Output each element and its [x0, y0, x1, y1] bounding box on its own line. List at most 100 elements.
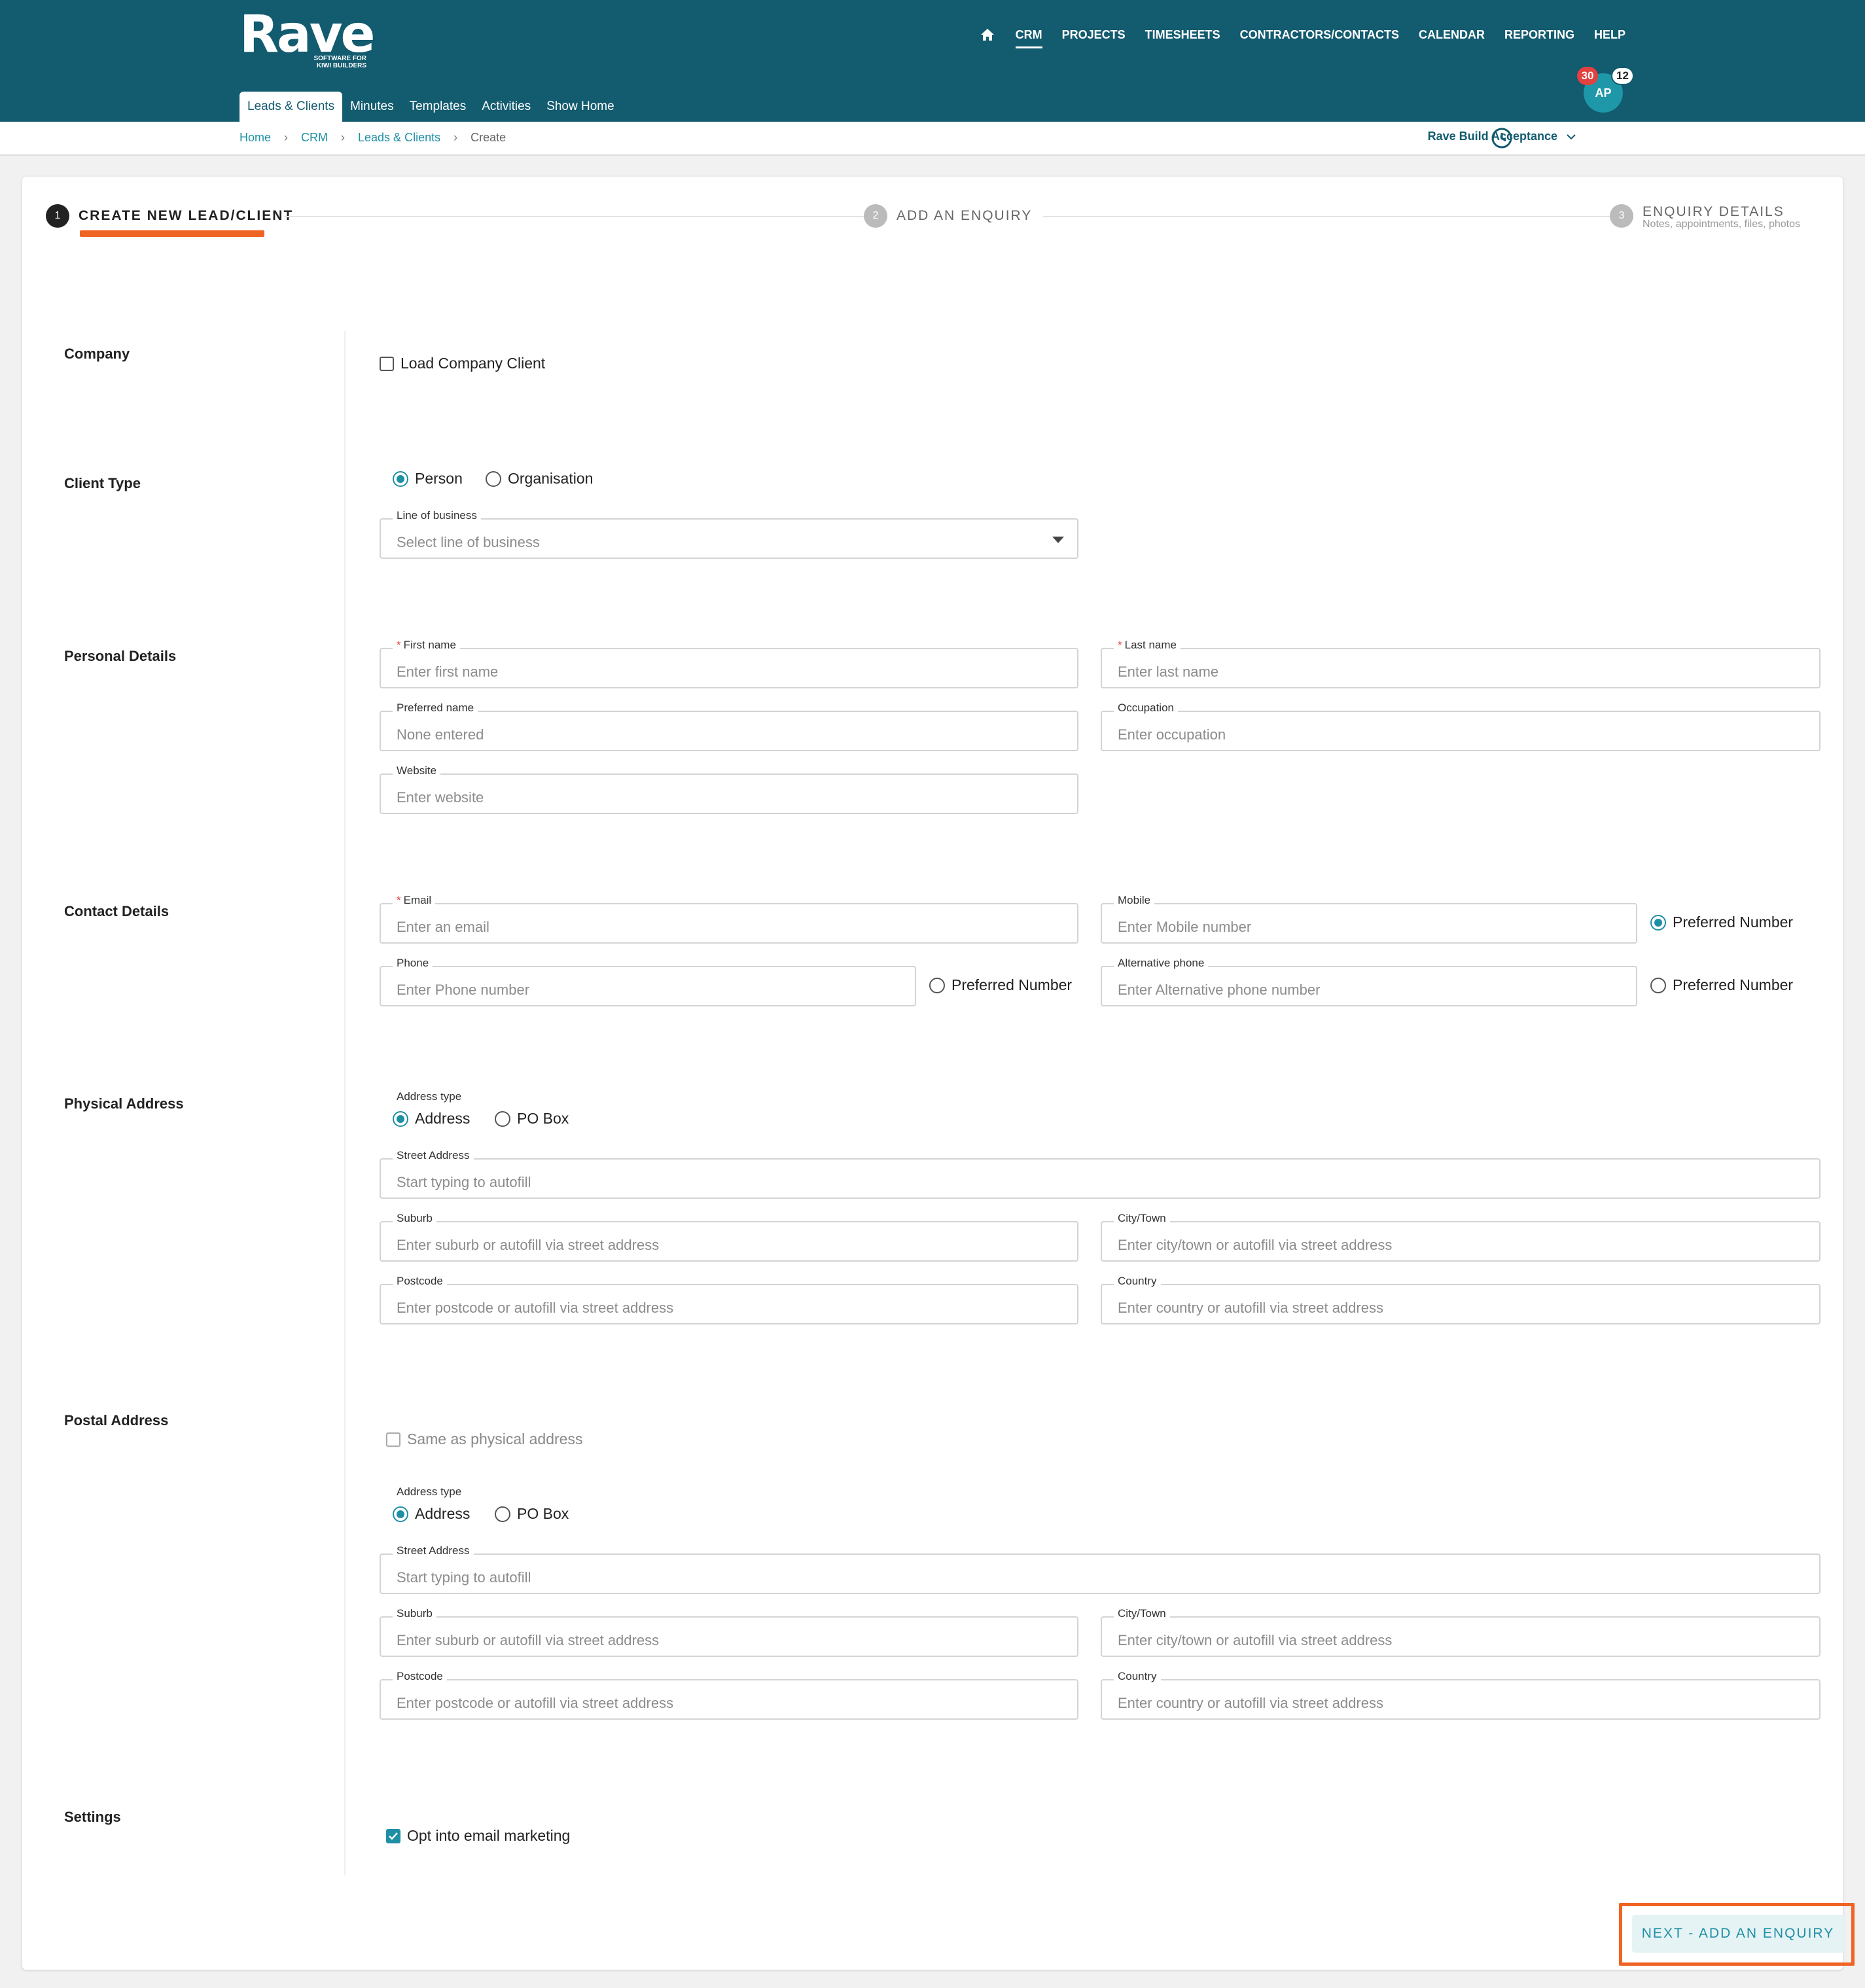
breadcrumb-bar: Home › CRM › Leads & Clients › Create Ra…	[0, 122, 1865, 156]
postal-address-radio[interactable]	[393, 1506, 408, 1522]
alternative-phone-input[interactable]	[1102, 967, 1636, 1005]
website-field[interactable]: Website	[380, 764, 1078, 814]
step-sublabel: Notes, appointments, files, photos	[1643, 219, 1801, 230]
phone-preferred-radio[interactable]	[929, 977, 945, 993]
load-company-checkbox[interactable]	[380, 356, 394, 371]
organisation-radio[interactable]	[486, 470, 501, 487]
create-client-card: 1 CREATE NEW LEAD/CLIENT 2 ADD AN ENQUIR…	[22, 177, 1855, 1970]
nav-item-projects[interactable]: PROJECTS	[1062, 25, 1126, 44]
breadcrumb: Home › CRM › Leads & Clients › Create	[240, 131, 506, 145]
postal-type-address[interactable]: Address	[393, 1505, 470, 1523]
nav-item-calendar[interactable]: CALENDAR	[1419, 25, 1485, 44]
home-icon[interactable]	[980, 27, 996, 43]
occupation-input[interactable]	[1102, 712, 1819, 750]
physical-suburb-input[interactable]	[381, 1222, 1077, 1260]
phone-field[interactable]: Phone	[380, 957, 916, 1006]
clock-icon[interactable]	[1491, 127, 1513, 149]
same-as-physical[interactable]: Same as physical address	[386, 1430, 582, 1448]
physical-country-input[interactable]	[1102, 1285, 1819, 1323]
line-of-business-input[interactable]	[381, 520, 1077, 558]
phone-input[interactable]	[381, 967, 915, 1005]
last-name-input[interactable]	[1102, 649, 1819, 687]
subtab-leads-clients[interactable]: Leads & Clients	[240, 92, 343, 122]
step-2[interactable]: 2 ADD AN ENQUIRY	[864, 204, 1032, 228]
nav-item-crm[interactable]: CRM	[1015, 25, 1042, 48]
physical-po-box-radio[interactable]	[495, 1110, 510, 1127]
nav-item-reporting[interactable]: REPORTING	[1504, 25, 1574, 44]
subtab-templates[interactable]: Templates	[402, 92, 474, 122]
subtab-activities[interactable]: Activities	[474, 92, 539, 122]
physical-city-input[interactable]	[1102, 1222, 1819, 1260]
mobile-field[interactable]: Mobile	[1101, 894, 1637, 944]
first-name-input[interactable]	[381, 649, 1077, 687]
same-as-physical-label: Same as physical address	[407, 1430, 583, 1447]
postal-type-po-box[interactable]: PO Box	[495, 1505, 569, 1523]
physical-postcode-input[interactable]	[381, 1285, 1077, 1323]
nav-item-timesheets[interactable]: TIMESHEETS	[1145, 25, 1220, 44]
alternative-preferred-radio[interactable]	[1650, 977, 1666, 993]
client-type-person[interactable]: Person	[393, 470, 463, 488]
physical-postcode-field[interactable]: Postcode	[380, 1275, 1078, 1324]
rave-logo[interactable]: Rave SOFTWARE FOR KIWI BUILDERS	[240, 9, 375, 72]
last-name-field[interactable]: * Last name	[1101, 639, 1821, 688]
postal-street-input[interactable]	[381, 1555, 1819, 1593]
message-badge[interactable]: 12	[1611, 67, 1634, 85]
postal-street-field[interactable]: Street Address	[380, 1544, 1821, 1594]
preferred-name-field[interactable]: Preferred name	[380, 701, 1078, 751]
load-company-label: Load Company Client	[400, 355, 546, 372]
next-add-enquiry-button[interactable]: NEXT - ADD AN ENQUIRY	[1632, 1915, 1844, 1953]
phone-preferred-number[interactable]: Preferred Number	[929, 976, 1072, 994]
notification-badge[interactable]: 30	[1577, 67, 1598, 85]
physical-city-field[interactable]: City/Town	[1101, 1212, 1821, 1262]
person-radio[interactable]	[393, 470, 408, 487]
same-as-physical-checkbox[interactable]	[386, 1432, 400, 1447]
alternative-preferred-number[interactable]: Preferred Number	[1650, 976, 1793, 994]
postal-city-field[interactable]: City/Town	[1101, 1607, 1821, 1657]
postal-suburb-input[interactable]	[381, 1618, 1077, 1656]
breadcrumb-leads-clients[interactable]: Leads & Clients	[358, 131, 440, 145]
user-menu[interactable]: AP 30 12	[1577, 67, 1634, 113]
occupation-field[interactable]: Occupation	[1101, 701, 1821, 751]
postal-postcode-field[interactable]: Postcode	[380, 1670, 1078, 1720]
breadcrumb-home[interactable]: Home	[240, 131, 271, 145]
first-name-field[interactable]: * First name	[380, 639, 1078, 688]
check-icon	[389, 1832, 398, 1840]
breadcrumb-crm[interactable]: CRM	[301, 131, 328, 145]
mobile-preferred-radio[interactable]	[1650, 914, 1666, 931]
subtab-show-home[interactable]: Show Home	[539, 92, 622, 122]
active-step-indicator	[80, 230, 264, 237]
email-input[interactable]	[381, 904, 1077, 942]
client-type-organisation[interactable]: Organisation	[486, 470, 593, 488]
postal-po-box-label: PO Box	[517, 1505, 569, 1522]
physical-type-address[interactable]: Address	[393, 1110, 470, 1127]
website-input[interactable]	[381, 775, 1077, 813]
line-of-business-select[interactable]: Line of business	[380, 509, 1078, 559]
load-company-client[interactable]: Load Company Client	[380, 355, 545, 372]
chevron-right-icon: ›	[453, 131, 458, 144]
step-3[interactable]: 3 ENQUIRY DETAILS Notes, appointments, f…	[1610, 200, 1800, 230]
nav-item-help[interactable]: HELP	[1594, 25, 1625, 44]
nav-item-contractors[interactable]: CONTRACTORS/CONTACTS	[1240, 25, 1399, 44]
postal-suburb-field[interactable]: Suburb	[380, 1607, 1078, 1657]
postal-postcode-input[interactable]	[381, 1680, 1077, 1718]
postal-po-box-radio[interactable]	[495, 1506, 510, 1522]
postal-country-field[interactable]: Country	[1101, 1670, 1821, 1720]
subtab-minutes[interactable]: Minutes	[342, 92, 402, 122]
physical-street-input[interactable]	[381, 1160, 1819, 1198]
postal-country-input[interactable]	[1102, 1680, 1819, 1718]
mobile-preferred-number[interactable]: Preferred Number	[1650, 914, 1793, 931]
email-field[interactable]: * Email	[380, 894, 1078, 944]
email-marketing-opt-in[interactable]: Opt into email marketing	[386, 1827, 570, 1845]
email-marketing-checkbox[interactable]	[386, 1828, 400, 1843]
physical-suburb-field[interactable]: Suburb	[380, 1212, 1078, 1262]
physical-street-field[interactable]: Street Address	[380, 1149, 1821, 1199]
preferred-name-input[interactable]	[381, 712, 1077, 750]
alternative-phone-field[interactable]: Alternative phone	[1101, 957, 1637, 1006]
physical-type-po-box[interactable]: PO Box	[495, 1110, 569, 1127]
step-1[interactable]: 1 CREATE NEW LEAD/CLIENT	[46, 204, 293, 228]
postal-city-input[interactable]	[1102, 1618, 1819, 1656]
postal-address-label: Address	[415, 1505, 471, 1522]
physical-country-field[interactable]: Country	[1101, 1275, 1821, 1324]
physical-address-radio[interactable]	[393, 1110, 408, 1127]
mobile-input[interactable]	[1102, 904, 1636, 942]
